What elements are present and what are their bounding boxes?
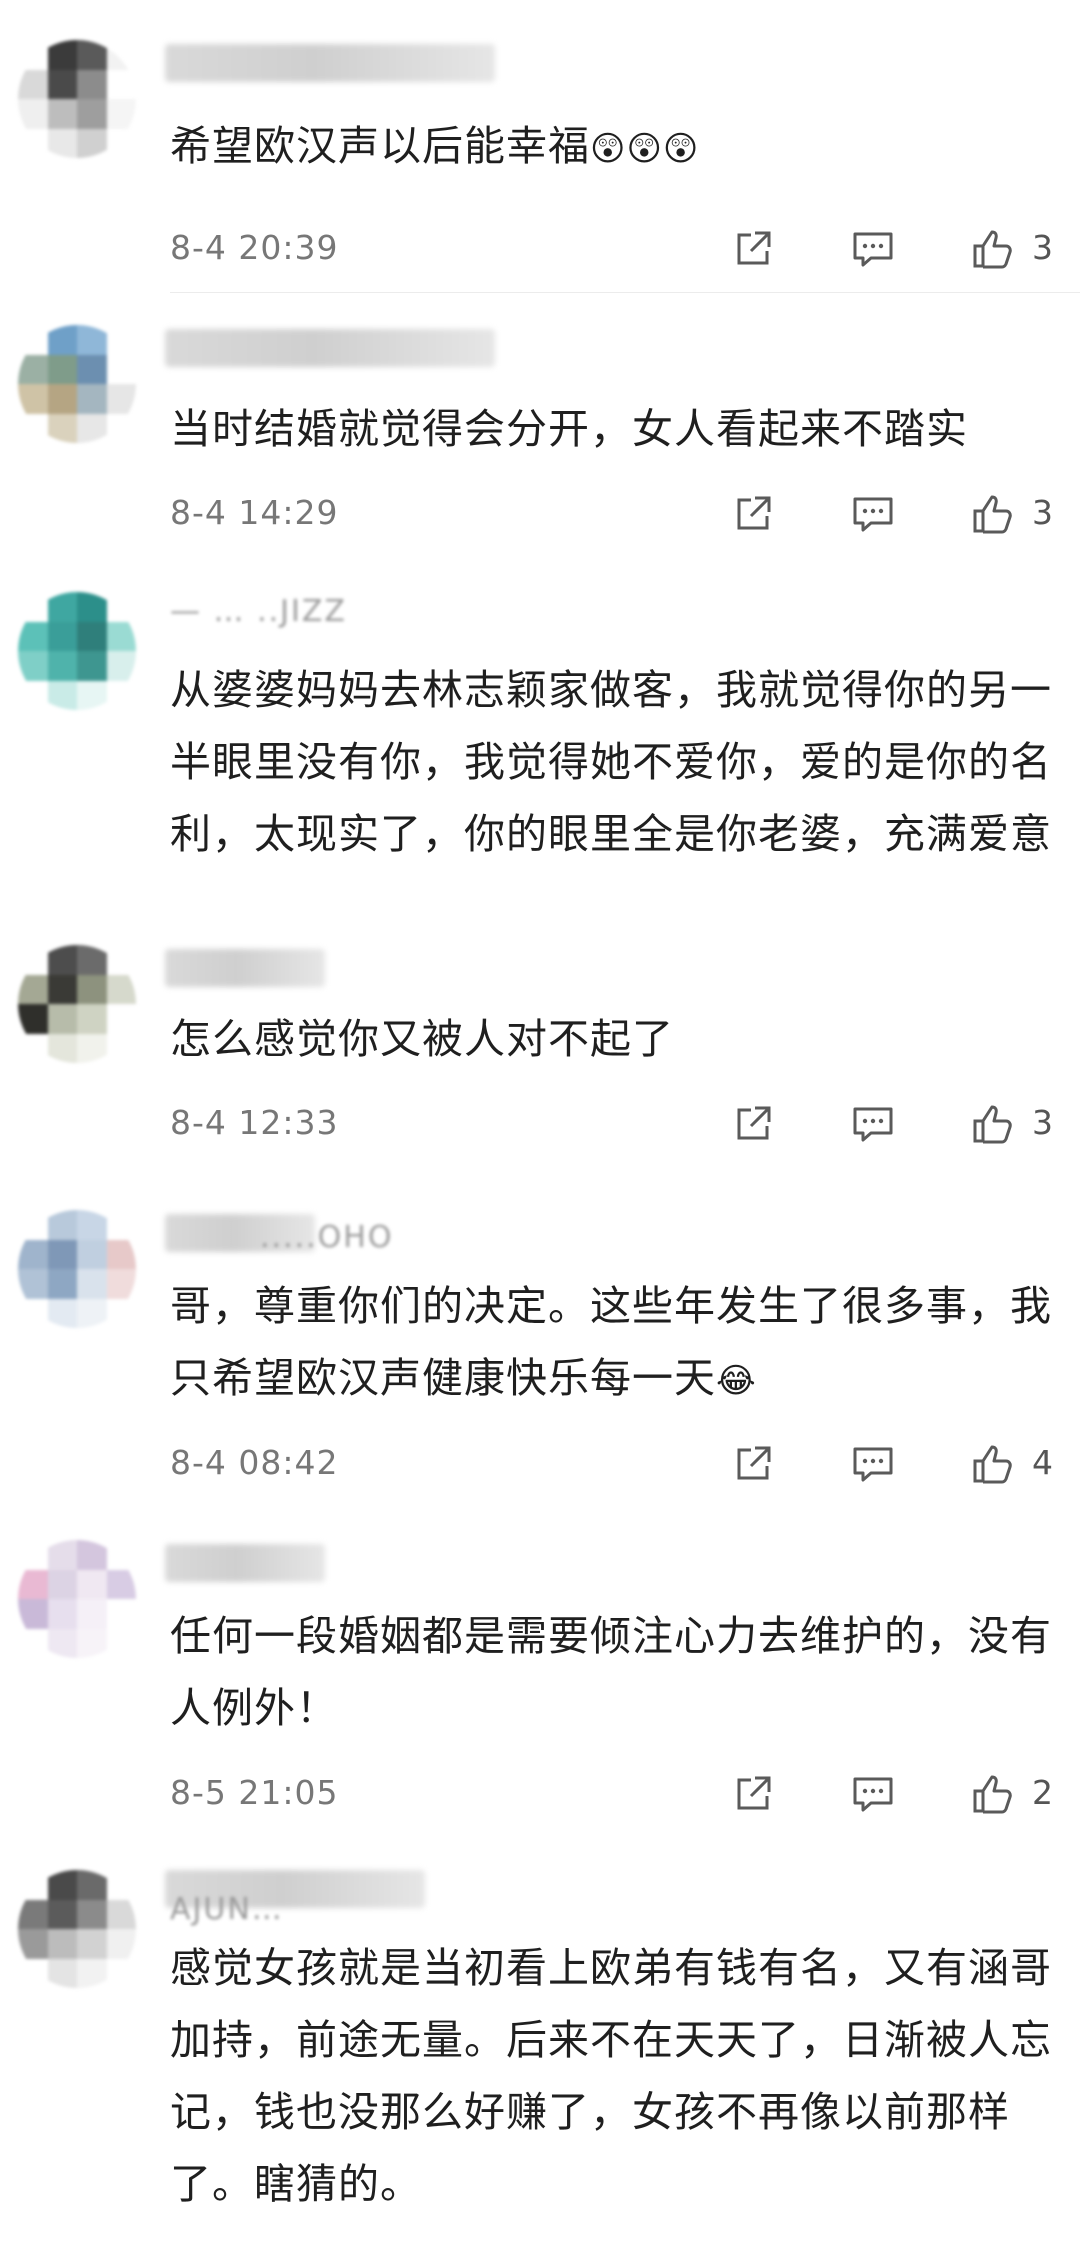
comment-text: 从婆婆妈妈去林志颖家做客，我就觉得你的另一半眼里没有你，我觉得她不爱你，爱的是你… xyxy=(170,666,1052,858)
username-blurred[interactable] xyxy=(165,44,495,82)
comment-text: 怎么感觉你又被人对不起了 xyxy=(170,1015,674,1063)
share-icon[interactable] xyxy=(730,1771,776,1817)
thumbs-up-icon[interactable] xyxy=(970,1771,1016,1817)
avatar[interactable] xyxy=(18,1870,136,1988)
comment-time: 8-4 08:42 xyxy=(170,1443,339,1482)
emoji: 😲😲😲 xyxy=(590,129,700,169)
username-blurred[interactable] xyxy=(165,329,495,367)
comment-time: 8-5 21:05 xyxy=(170,1773,339,1812)
comment-icon[interactable] xyxy=(850,491,896,537)
comment-icon[interactable] xyxy=(850,1771,896,1817)
avatar[interactable] xyxy=(18,40,136,158)
comment-text: 希望欧汉声以后能幸福😲😲😲 xyxy=(170,122,700,170)
username-blurred[interactable] xyxy=(165,949,325,987)
share-icon[interactable] xyxy=(730,1101,776,1147)
comment-time: 8-4 20:39 xyxy=(170,228,339,267)
emoji: 😂 xyxy=(716,1361,757,1401)
divider xyxy=(170,292,1080,293)
comment-meta: 8-4 20:39 3 xyxy=(170,220,1062,276)
like-count: 3 xyxy=(1032,493,1053,532)
username[interactable]: — … ..JIZZ xyxy=(170,594,347,629)
thumbs-up-icon[interactable] xyxy=(970,1441,1016,1487)
comment-text: 感觉女孩就是当初看上欧弟有钱有名，又有涵哥加持，前途无量。后来不在天天了，日渐被… xyxy=(170,1944,1052,2208)
avatar[interactable] xyxy=(18,1210,136,1328)
comment-time: 8-4 12:33 xyxy=(170,1103,339,1142)
avatar[interactable] xyxy=(18,592,136,710)
comment-meta: 8-4 12:33 3 xyxy=(170,1095,1062,1151)
comment-meta: 8-4 08:42 4 xyxy=(170,1435,1062,1491)
thumbs-up-icon[interactable] xyxy=(970,1101,1016,1147)
comment-icon[interactable] xyxy=(850,1441,896,1487)
comment-meta: 8-4 14:29 3 xyxy=(170,485,1062,541)
share-icon[interactable] xyxy=(730,226,776,272)
comment-icon[interactable] xyxy=(850,1101,896,1147)
like-count: 3 xyxy=(1032,1103,1053,1142)
username[interactable]: .....OHO xyxy=(260,1220,393,1255)
comment-text: 哥，尊重你们的决定。这些年发生了很多事，我只希望欧汉声健康快乐每一天😂 xyxy=(170,1282,1052,1402)
like-count: 2 xyxy=(1032,1773,1053,1812)
like-count: 3 xyxy=(1032,228,1053,267)
avatar[interactable] xyxy=(18,945,136,1063)
share-icon[interactable] xyxy=(730,1441,776,1487)
comment-meta: 8-5 21:05 2 xyxy=(170,1765,1062,1821)
comment-time: 8-4 14:29 xyxy=(170,493,339,532)
thumbs-up-icon[interactable] xyxy=(970,491,1016,537)
like-count: 4 xyxy=(1032,1443,1053,1482)
avatar[interactable] xyxy=(18,325,136,443)
avatar[interactable] xyxy=(18,1540,136,1658)
comment-text: 当时结婚就觉得会分开，女人看起来不踏实 xyxy=(170,405,968,453)
username[interactable]: AJUN… xyxy=(170,1892,284,1927)
thumbs-up-icon[interactable] xyxy=(970,226,1016,272)
username-blurred[interactable] xyxy=(165,1544,325,1582)
comment-text: 任何一段婚姻都是需要倾注心力去维护的，没有人例外！ xyxy=(170,1612,1052,1732)
comment-icon[interactable] xyxy=(850,226,896,272)
share-icon[interactable] xyxy=(730,491,776,537)
